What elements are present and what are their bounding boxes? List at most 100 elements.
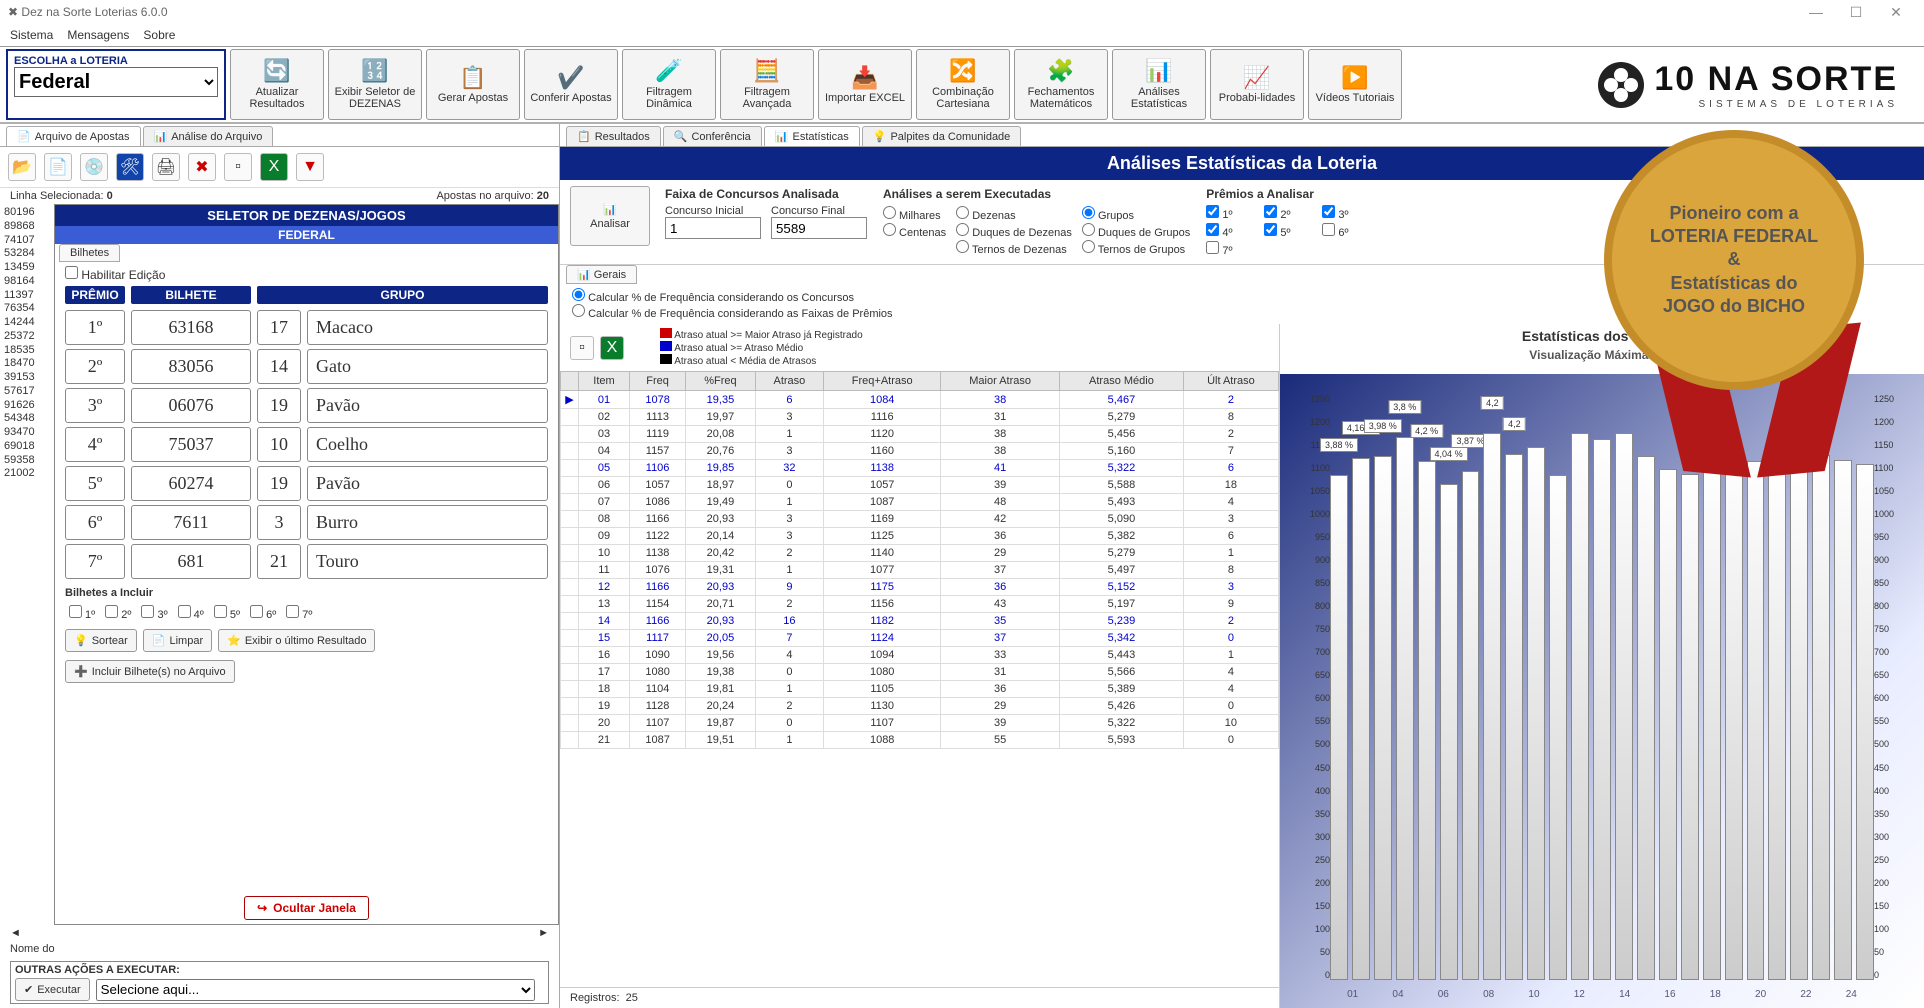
- toolbar-btn-4[interactable]: 🧪Filtragem Dinâmica: [622, 49, 716, 120]
- limpar-button[interactable]: 📄 Limpar: [143, 629, 212, 652]
- open-folder-icon[interactable]: 📂: [8, 153, 36, 181]
- stats-row[interactable]: 08116620,9331169425,0903: [561, 511, 1279, 528]
- stats-row[interactable]: 15111720,0571124375,3420: [561, 630, 1279, 647]
- toolbar-btn-5[interactable]: 🧮Filtragem Avançada: [720, 49, 814, 120]
- aposta-row[interactable]: 89868: [4, 220, 50, 234]
- apostas-number-list[interactable]: 8019689868741075328413459981641139776354…: [0, 204, 54, 925]
- chart-bar-22[interactable]: [1790, 464, 1808, 980]
- aposta-row[interactable]: 76354: [4, 302, 50, 316]
- excel-export-icon[interactable]: X: [600, 336, 624, 360]
- stats-row[interactable]: 20110719,8701107395,32210: [561, 715, 1279, 732]
- chart-bar-09[interactable]: 4,2: [1505, 454, 1523, 980]
- aposta-row[interactable]: 54348: [4, 412, 50, 426]
- outras-acoes-select[interactable]: Selecione aqui...: [96, 979, 535, 1001]
- aposta-row[interactable]: 57617: [4, 385, 50, 399]
- chart-bar-20[interactable]: [1747, 461, 1765, 980]
- analise-radio-Dezenas[interactable]: Dezenas: [956, 206, 1072, 222]
- tab-bilhetes[interactable]: Bilhetes: [59, 244, 120, 262]
- toolbar-btn-9[interactable]: 📊Análises Estatísticas: [1112, 49, 1206, 120]
- col-Atraso[interactable]: Atraso: [755, 372, 823, 391]
- new-file-icon[interactable]: 📄: [44, 153, 72, 181]
- premio-chk-1º[interactable]: 1º: [1206, 205, 1262, 221]
- chart-bar-17[interactable]: [1681, 474, 1699, 980]
- chart-bar-02[interactable]: 4,16 %: [1352, 458, 1370, 980]
- blank-doc-icon[interactable]: ▫: [570, 336, 594, 360]
- aposta-row[interactable]: 21002: [4, 467, 50, 481]
- stats-row[interactable]: 04115720,7631160385,1607: [561, 443, 1279, 460]
- aposta-row[interactable]: 93470: [4, 426, 50, 440]
- stats-row[interactable]: 21108719,5111088555,5930: [561, 732, 1279, 749]
- aposta-row[interactable]: 98164: [4, 275, 50, 289]
- aposta-row[interactable]: 39153: [4, 371, 50, 385]
- chart-bar-24[interactable]: [1834, 460, 1852, 980]
- tab-estatisticas[interactable]: 📊 Estatísticas: [764, 126, 860, 146]
- premio-chk-2º[interactable]: 2º: [1264, 205, 1320, 221]
- incluir-2º[interactable]: 2º: [105, 605, 131, 621]
- chart-bar-25[interactable]: [1856, 464, 1874, 980]
- stats-row[interactable]: ▶01107819,3561084385,4672: [561, 391, 1279, 409]
- menu-sobre[interactable]: Sobre: [143, 24, 175, 46]
- chart-bar-14[interactable]: [1615, 433, 1633, 980]
- stats-row[interactable]: 07108619,4911087485,4934: [561, 494, 1279, 511]
- chart-bar-23[interactable]: [1812, 455, 1830, 980]
- analise-radio-Ternos de Dezenas[interactable]: Ternos de Dezenas: [956, 240, 1072, 256]
- col-Freq+Atraso[interactable]: Freq+Atraso: [824, 372, 941, 391]
- delete-icon[interactable]: ✖: [188, 153, 216, 181]
- toolbar-btn-6[interactable]: 📥Importar EXCEL: [818, 49, 912, 120]
- stats-row[interactable]: 12116620,9391175365,1523: [561, 579, 1279, 596]
- disc-icon[interactable]: 💿: [80, 153, 108, 181]
- lottery-select[interactable]: Federal: [14, 67, 218, 97]
- chart-bar-01[interactable]: 3,88 %: [1330, 475, 1348, 980]
- analise-radio-Duques de Dezenas[interactable]: Duques de Dezenas: [956, 223, 1072, 239]
- stats-table[interactable]: ItemFreq%FreqAtrasoFreq+AtrasoMaior Atra…: [560, 371, 1279, 749]
- stats-row[interactable]: 13115420,7121156435,1979: [561, 596, 1279, 613]
- filter-icon[interactable]: ▼: [296, 153, 324, 181]
- chart-bar-16[interactable]: [1659, 469, 1677, 980]
- col-Últ Atraso[interactable]: Últ Atraso: [1183, 372, 1278, 391]
- premio-chk-4º[interactable]: 4º: [1206, 223, 1262, 239]
- stats-row[interactable]: 14116620,93161182355,2392: [561, 613, 1279, 630]
- analisar-button[interactable]: 📊 Analisar: [570, 186, 650, 246]
- chart-bar-12[interactable]: [1571, 433, 1589, 980]
- chart-bar-15[interactable]: [1637, 456, 1655, 980]
- tab-conferencia[interactable]: 🔍 Conferência: [663, 126, 762, 146]
- chart-bar-19[interactable]: [1725, 451, 1743, 980]
- aposta-row[interactable]: 18470: [4, 357, 50, 371]
- aposta-row[interactable]: 25372: [4, 330, 50, 344]
- concurso-final-input[interactable]: [771, 217, 867, 239]
- chart-bar-03[interactable]: 3,98 %: [1374, 456, 1392, 980]
- incluir-5º[interactable]: 5º: [214, 605, 240, 621]
- subtab-gerais[interactable]: 📊 Gerais: [566, 265, 637, 284]
- sortear-button[interactable]: 💡 Sortear: [65, 629, 137, 652]
- toolbar-btn-7[interactable]: 🔀Combinação Cartesiana: [916, 49, 1010, 120]
- aposta-row[interactable]: 13459: [4, 261, 50, 275]
- excel-icon[interactable]: X: [260, 153, 288, 181]
- ocultar-janela-button[interactable]: ↪ Ocultar Janela: [244, 896, 369, 920]
- premio-chk-5º[interactable]: 5º: [1264, 223, 1320, 239]
- print-icon[interactable]: 🖨: [152, 153, 180, 181]
- blank-icon[interactable]: ▫: [224, 153, 252, 181]
- aposta-row[interactable]: 14244: [4, 316, 50, 330]
- freq-opt-concursos[interactable]: Calcular % de Frequência considerando os…: [572, 292, 854, 304]
- habilitar-edicao-checkbox[interactable]: Habilitar Edição: [65, 268, 165, 282]
- chart-bar-07[interactable]: 3,87 %: [1462, 471, 1480, 980]
- toolbar-btn-0[interactable]: 🔄Atualizar Resultados: [230, 49, 324, 120]
- aposta-row[interactable]: 91626: [4, 399, 50, 413]
- incluir-6º[interactable]: 6º: [250, 605, 276, 621]
- toolbar-btn-8[interactable]: 🧩Fechamentos Matemáticos: [1014, 49, 1108, 120]
- analise-radio-Ternos de Grupos[interactable]: Ternos de Grupos: [1082, 240, 1190, 256]
- chart-bar-06[interactable]: 4,04 %: [1440, 484, 1458, 980]
- aposta-row[interactable]: 74107: [4, 234, 50, 248]
- chart-bar-13[interactable]: [1593, 439, 1611, 980]
- bilhete-cell[interactable]: 75037: [131, 427, 251, 462]
- analise-radio-Grupos[interactable]: Grupos: [1082, 206, 1190, 222]
- incluir-7º[interactable]: 7º: [286, 605, 312, 621]
- stats-row[interactable]: 03111920,0811120385,4562: [561, 426, 1279, 443]
- tab-arquivo-apostas[interactable]: 📄 Arquivo de Apostas: [6, 126, 141, 146]
- incluir-bilhete-button[interactable]: ➕ Incluir Bilhete(s) no Arquivo: [65, 660, 235, 683]
- stats-row[interactable]: 05110619,85321138415,3226: [561, 460, 1279, 477]
- stats-row[interactable]: 06105718,9701057395,58818: [561, 477, 1279, 494]
- tab-analise-arquivo[interactable]: 📊 Análise do Arquivo: [143, 126, 274, 146]
- col-Item[interactable]: Item: [579, 372, 630, 391]
- aposta-row[interactable]: 80196: [4, 206, 50, 220]
